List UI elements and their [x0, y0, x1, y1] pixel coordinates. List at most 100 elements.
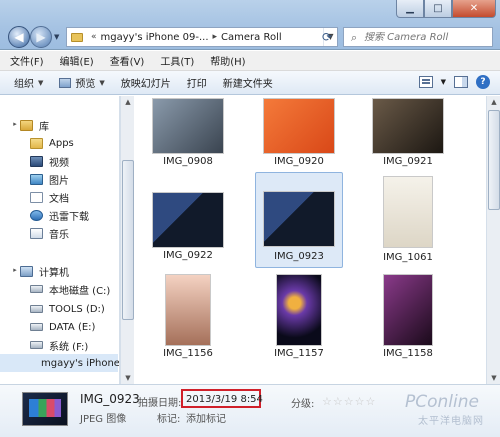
title-bar: ▁ □ ✕ ◀ ▶ ▼ « mgayy's iPhone 09-... ▸ Ca…	[0, 0, 500, 50]
breadcrumb-device[interactable]: mgayy's iPhone 09-...	[101, 32, 209, 43]
menu-file[interactable]: 文件(F)	[8, 53, 46, 68]
library-icon	[20, 119, 33, 131]
thumbnail	[165, 274, 211, 346]
nav-computer[interactable]: 计算机	[20, 262, 119, 280]
preview-button[interactable]: 预览 ▼	[59, 75, 105, 90]
date-taken-value[interactable]: 2013/3/19 8:54	[186, 394, 263, 405]
search-input[interactable]	[350, 31, 470, 43]
nav-drive-f[interactable]: 系统 (F:)	[30, 336, 119, 354]
thumbnail	[152, 98, 224, 154]
nav-pictures-label: 图片	[49, 175, 69, 187]
file-name: IMG_1061	[383, 252, 433, 263]
scrollbar-thumb[interactable]	[122, 160, 134, 320]
nav-pictures[interactable]: 图片	[30, 170, 119, 188]
slideshow-button[interactable]: 放映幻灯片	[121, 75, 171, 90]
menu-tools[interactable]: 工具(T)	[158, 53, 196, 68]
nav-music-label: 音乐	[49, 229, 69, 241]
nav-documents-label: 文档	[49, 193, 69, 205]
organize-button[interactable]: 组织 ▼	[14, 75, 44, 91]
nav-drive-c[interactable]: 本地磁盘 (C:)	[30, 280, 119, 298]
rating-label: 分级:	[291, 399, 315, 410]
file-tile[interactable]: IMG_1061	[364, 174, 452, 270]
pconline-watermark: PConline	[405, 392, 479, 412]
arrow-right-icon: ▶	[36, 30, 46, 44]
navigation-scrollbar[interactable]: ▲ ▼	[120, 96, 134, 384]
file-tile[interactable]: IMG_1156	[144, 272, 232, 368]
nav-iphone[interactable]: mgayy's iPhone	[0, 354, 120, 372]
scroll-up-icon[interactable]: ▲	[121, 98, 135, 106]
file-view-scrollbar[interactable]: ▲ ▼	[486, 96, 500, 384]
rating-stars[interactable]: ☆☆☆☆☆	[322, 395, 376, 408]
menu-view[interactable]: 查看(V)	[108, 53, 147, 68]
search-icon: ⌕	[351, 31, 358, 44]
nav-drive-e[interactable]: DATA (E:)	[30, 318, 119, 336]
window-controls: ▁ □ ✕	[396, 0, 496, 18]
chevron-down-icon[interactable]: ▼	[441, 78, 446, 86]
close-button[interactable]: ✕	[452, 0, 496, 18]
print-button[interactable]: 打印	[187, 75, 207, 90]
file-name: IMG_1158	[383, 348, 433, 359]
nav-iphone-label: mgayy's iPhone	[41, 357, 120, 369]
thumbnail	[383, 274, 433, 346]
nav-documents[interactable]: 文档	[30, 188, 119, 206]
file-tile[interactable]: IMG_0908	[144, 96, 232, 192]
nav-videos-label: 视频	[49, 157, 69, 169]
file-name: IMG_1157	[274, 348, 324, 359]
scroll-down-icon[interactable]: ▼	[121, 374, 135, 382]
scrollbar-thumb[interactable]	[488, 110, 500, 210]
computer-icon	[20, 265, 33, 277]
folder-icon	[71, 32, 83, 42]
nav-videos[interactable]: 视频	[30, 152, 119, 170]
file-tile-selected[interactable]: IMG_0923	[255, 172, 343, 268]
drive-icon	[30, 305, 43, 313]
file-name: IMG_0922	[163, 250, 213, 261]
refresh-icon[interactable]: ⟳	[318, 28, 336, 46]
nav-thunder-label: 迅雷下载	[49, 211, 89, 223]
recent-pages-dropdown[interactable]: ▼	[54, 33, 59, 41]
nav-drive-d-label: TOOLS (D:)	[49, 303, 105, 315]
organize-label: 组织	[14, 79, 34, 90]
file-name: IMG_0923	[274, 251, 324, 262]
back-button[interactable]: ◀	[8, 26, 30, 48]
drive-icon	[30, 285, 43, 293]
help-icon[interactable]: ?	[476, 75, 490, 89]
new-folder-button[interactable]: 新建文件夹	[223, 75, 273, 90]
video-icon	[30, 155, 43, 167]
breadcrumb-separator-icon[interactable]: ▸	[213, 32, 218, 42]
file-tile[interactable]: IMG_1157	[255, 272, 343, 368]
thunder-download-icon	[30, 209, 43, 221]
nav-apps[interactable]: Apps	[30, 134, 119, 152]
change-view-icon[interactable]	[418, 76, 433, 88]
add-tags-field[interactable]: 添加标记	[186, 410, 226, 425]
thumbnail	[152, 192, 224, 248]
navigation-pane: 库 Apps 视频 图片 文档 迅雷下载 音乐 计算机 本地磁盘 (C:) TO…	[0, 96, 120, 384]
nav-drive-f-label: 系统 (F:)	[49, 341, 89, 353]
breadcrumb-overflow[interactable]: «	[91, 32, 97, 42]
view-controls: ▼ ?	[418, 75, 490, 89]
forward-button[interactable]: ▶	[30, 26, 52, 48]
file-view: IMG_0908 IMG_0920 IMG_0921 IMG_0922 IMG_…	[135, 96, 486, 384]
details-file-type: JPEG 图像	[80, 414, 127, 425]
address-bar[interactable]: « mgayy's iPhone 09-... ▸ Camera Roll ▼	[66, 27, 338, 47]
maximize-button[interactable]: □	[424, 0, 452, 18]
minimize-button[interactable]: ▁	[396, 0, 424, 18]
expand-icon[interactable]: ▸	[10, 266, 20, 274]
chevron-down-icon: ▼	[38, 78, 44, 87]
menu-edit[interactable]: 编辑(E)	[58, 53, 96, 68]
scroll-up-icon[interactable]: ▲	[487, 98, 500, 106]
file-tile[interactable]: IMG_1158	[364, 272, 452, 368]
scroll-down-icon[interactable]: ▼	[487, 374, 500, 382]
menu-help[interactable]: 帮助(H)	[208, 53, 247, 68]
nav-thunder[interactable]: 迅雷下载	[30, 206, 119, 224]
thumbnail	[263, 98, 335, 154]
search-box[interactable]: ⌕	[343, 27, 493, 47]
nav-music[interactable]: 音乐	[30, 224, 119, 242]
preview-pane-icon[interactable]	[454, 76, 468, 88]
drive-icon	[30, 341, 43, 349]
nav-drive-d[interactable]: TOOLS (D:)	[30, 300, 119, 318]
breadcrumb-camera-roll[interactable]: Camera Roll	[221, 32, 282, 43]
expand-icon[interactable]: ▸	[10, 120, 20, 128]
nav-library[interactable]: 库	[20, 116, 119, 134]
tags-label: 标记:	[157, 414, 181, 425]
music-icon	[30, 227, 43, 239]
